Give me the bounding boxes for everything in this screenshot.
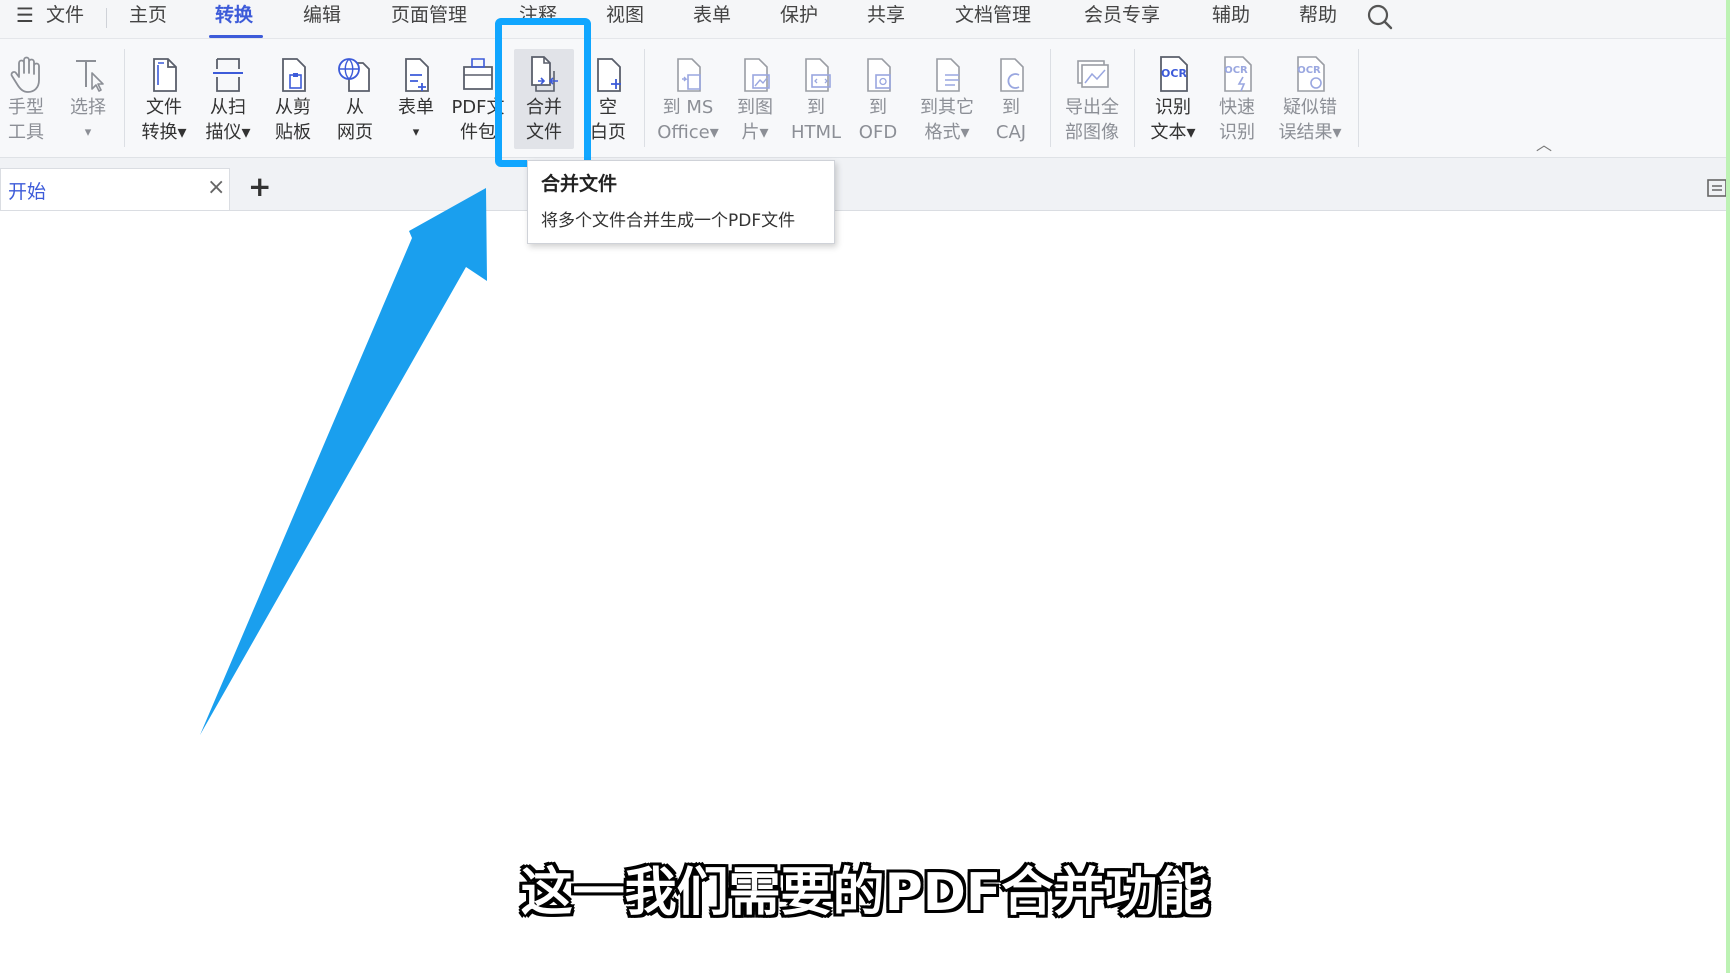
select-tool-button[interactable]: 选择 ▾ <box>58 49 118 149</box>
highlight-box <box>495 18 591 167</box>
menu-divider <box>106 8 107 28</box>
to-caj-button[interactable]: 到 CAJ <box>981 49 1041 149</box>
text-select-icon <box>76 60 104 92</box>
web-page-icon <box>338 58 370 92</box>
form-icon <box>405 58 429 92</box>
collapse-ribbon-icon[interactable]: ︿ <box>1536 131 1552 155</box>
new-tab-button[interactable]: + <box>248 170 271 203</box>
menu-bar: ☰ 文件 主页 转换 编辑 页面管理 注释 视图 表单 保护 共享 文档管理 会… <box>0 0 1730 39</box>
video-subtitle: 这一我们需要的PDF合并功能 <box>520 863 1210 923</box>
svg-text:OCR: OCR <box>1161 67 1187 80</box>
tooltip-title: 合并文件 <box>541 173 618 195</box>
search-icon[interactable] <box>1366 3 1394 31</box>
menu-icon[interactable]: ☰ <box>16 2 34 28</box>
ribbon-toolbar: 手型 工具 选择 ▾ 文件 转换▾ 从扫 描仪▾ 从剪 贴板 从 网页 表单 ▾… <box>0 39 1730 158</box>
menu-assist[interactable]: 辅助 <box>1212 2 1250 28</box>
to-image-icon <box>744 58 770 92</box>
svg-text:OCR: OCR <box>1297 65 1321 76</box>
menu-file[interactable]: 文件 <box>46 2 84 28</box>
export-all-images-button[interactable]: 导出全 部图像 <box>1060 49 1124 149</box>
tab-close-icon[interactable]: × <box>207 175 225 200</box>
hand-icon <box>10 56 40 93</box>
tab-start[interactable]: 开始 × <box>0 168 230 210</box>
menu-form[interactable]: 表单 <box>693 2 731 28</box>
quick-ocr-icon: OCR <box>1224 56 1252 92</box>
ocr-text-button[interactable]: OCR 识别 文本▾ <box>1143 49 1203 149</box>
document-tab-bar: 开始 × + <box>0 158 1730 211</box>
export-images-icon <box>1077 60 1109 88</box>
menu-member[interactable]: 会员专享 <box>1084 2 1160 28</box>
menu-page-management[interactable]: 页面管理 <box>391 2 467 28</box>
file-convert-button[interactable]: 文件 转换▾ <box>134 49 194 149</box>
clipboard-icon <box>282 58 306 92</box>
menu-convert[interactable]: 转换 <box>215 2 253 28</box>
menu-home[interactable]: 主页 <box>129 2 167 28</box>
suspect-ocr-icon: OCR <box>1297 56 1325 92</box>
blank-page-icon <box>597 58 621 92</box>
panel-toggle-icon[interactable] <box>1706 177 1728 199</box>
menu-protect[interactable]: 保护 <box>780 2 818 28</box>
ocr-icon: OCR <box>1160 56 1188 92</box>
svg-text:OCR: OCR <box>1224 65 1248 76</box>
right-edge-stripe <box>1726 0 1730 973</box>
merge-files-tooltip: 合并文件 将多个文件合并生成一个PDF文件 <box>527 160 835 244</box>
tab-start-label: 开始 <box>8 181 47 203</box>
suspect-ocr-result-button[interactable]: OCR 疑似错 误结果▾ <box>1278 49 1342 149</box>
to-ofd-button[interactable]: 到 OFD <box>848 49 908 149</box>
to-caj-icon <box>1000 58 1024 92</box>
to-other-format-icon <box>936 58 960 92</box>
menu-share[interactable]: 共享 <box>867 2 905 28</box>
tooltip-description: 将多个文件合并生成一个PDF文件 <box>541 211 796 231</box>
to-ofd-icon <box>867 58 891 92</box>
ribbon-divider <box>1358 49 1359 147</box>
to-office-icon <box>677 58 701 92</box>
menu-document-management[interactable]: 文档管理 <box>955 2 1031 28</box>
to-html-icon <box>805 58 831 92</box>
menu-view[interactable]: 视图 <box>606 2 644 28</box>
from-scanner-button[interactable]: 从扫 描仪▾ <box>198 49 258 149</box>
to-ms-office-button[interactable]: 到 MS Office▾ <box>656 49 720 149</box>
scanner-icon <box>213 58 243 92</box>
active-tab-underline <box>209 35 263 38</box>
menu-help[interactable]: 帮助 <box>1299 2 1337 28</box>
menu-edit[interactable]: 编辑 <box>303 2 341 28</box>
pdf-package-icon <box>463 58 493 90</box>
quick-ocr-button[interactable]: OCR 快速 识别 <box>1207 49 1267 149</box>
file-convert-icon <box>153 58 177 92</box>
